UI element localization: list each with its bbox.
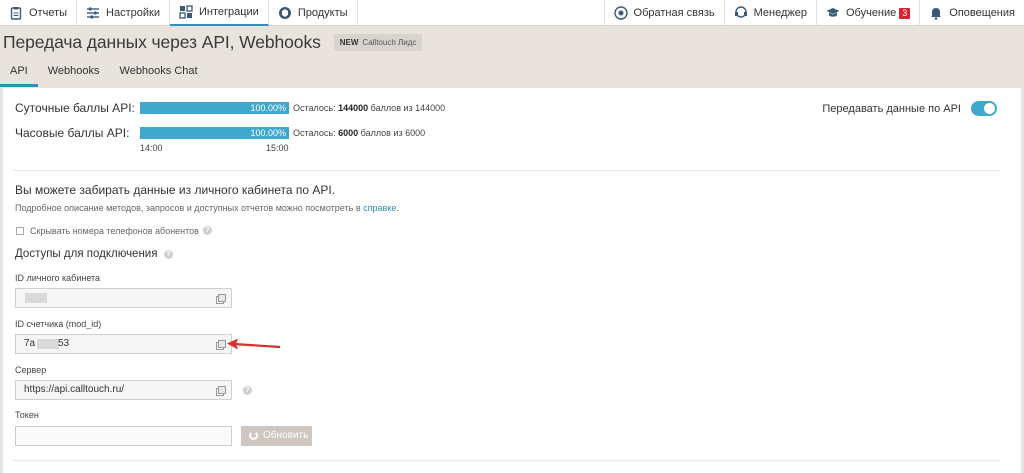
hour-end-time: 15:00 <box>266 143 289 153</box>
nav-learning[interactable]: Обучение 3 <box>815 0 919 26</box>
masked-value <box>37 339 59 349</box>
nav-feedback[interactable]: Обратная связь <box>603 0 724 26</box>
nav-products-label: Продукты <box>297 7 348 19</box>
help-icon[interactable]: ? <box>243 386 252 395</box>
token-label: Токен <box>15 410 39 420</box>
refresh-icon <box>249 431 258 440</box>
section-divider <box>13 170 1001 171</box>
nav-alerts[interactable]: Оповещения <box>919 0 1024 26</box>
help-link[interactable]: справке <box>363 203 396 213</box>
products-icon <box>278 6 292 20</box>
nav-settings-label: Настройки <box>106 7 160 19</box>
red-arrow-annotation <box>227 338 281 350</box>
server-field[interactable]: https://api.calltouch.ru/ <box>15 380 232 400</box>
api-toggle-label: Передавать данные по API <box>822 103 961 115</box>
page-title: Передача данных через API, Webhooks <box>3 31 321 52</box>
tab-api[interactable]: API <box>0 63 38 87</box>
nav-manager-label: Менеджер <box>753 7 807 19</box>
clipboard-icon <box>9 6 23 20</box>
sliders-icon <box>86 6 100 20</box>
daily-quota-bar: 100.00% <box>140 102 289 114</box>
hourly-quota-percent: 100.00% <box>250 128 286 138</box>
section-divider <box>13 460 1001 461</box>
new-label: NEW <box>339 37 359 47</box>
api-info-heading: Вы можете забирать данные из личного каб… <box>15 183 336 197</box>
copy-icon[interactable] <box>216 386 226 396</box>
nav-learning-label: Обучение <box>845 7 897 19</box>
api-panel: Суточные баллы API: 100.00% Осталось: 14… <box>3 88 1021 473</box>
nav-manager[interactable]: Менеджер <box>723 0 816 26</box>
cabinet-id-field[interactable] <box>15 288 232 308</box>
hourly-quota-remaining: Осталось: 6000 баллов из 6000 <box>293 128 426 138</box>
headset-icon <box>734 6 748 20</box>
secondary-nav: Обратная связь Менеджер Обучение 3 Опове… <box>603 0 1024 26</box>
counter-id-start: 7a <box>24 338 36 349</box>
help-icon[interactable]: ? <box>164 250 173 259</box>
counter-id-field[interactable]: 7a 53 <box>15 334 232 354</box>
nav-feedback-label: Обратная связь <box>633 7 715 19</box>
server-label: Сервер <box>15 365 47 375</box>
hourly-quota-label: Часовые баллы API: <box>15 126 130 140</box>
nav-settings[interactable]: Настройки <box>77 0 170 26</box>
refresh-label: Обновить <box>263 430 309 441</box>
access-heading: Доступы для подключения <box>15 248 158 260</box>
daily-quota-percent: 100.00% <box>250 103 286 113</box>
integrations-icon <box>179 5 193 19</box>
tab-bar: API Webhooks Webhooks Chat <box>0 63 208 87</box>
token-field[interactable] <box>15 426 232 446</box>
counter-id-label: ID счетчика (mod_id) <box>15 319 102 329</box>
bell-icon <box>929 6 943 20</box>
tab-webhooks[interactable]: Webhooks <box>38 63 110 87</box>
masked-value <box>25 293 47 303</box>
nav-reports[interactable]: Отчеты <box>0 0 78 26</box>
page-header: Передача данных через API, Webhooks NEW C… <box>3 31 423 53</box>
hour-start-time: 14:00 <box>140 143 163 153</box>
nav-products[interactable]: Продукты <box>269 0 358 26</box>
learning-count-badge: 3 <box>899 7 911 19</box>
counter-id-end: 53 <box>58 338 70 349</box>
hide-phones-checkbox[interactable] <box>16 227 24 235</box>
daily-quota-remaining: Осталось: 144000 баллов из 144000 <box>293 103 446 113</box>
refresh-token-button[interactable]: Обновить <box>241 426 312 446</box>
main-nav: Отчеты Настройки Интеграции Продукты <box>0 0 358 26</box>
graduation-cap-icon <box>826 6 840 20</box>
new-product-badge[interactable]: NEW Calltouch Лидс <box>333 33 423 51</box>
tab-webhooks-chat[interactable]: Webhooks Chat <box>110 63 208 87</box>
nav-integrations-label: Интеграции <box>198 6 259 18</box>
nav-integrations[interactable]: Интеграции <box>169 0 269 26</box>
api-transfer-toggle[interactable] <box>971 101 997 116</box>
server-value: https://api.calltouch.ru/ <box>24 384 125 395</box>
hide-phones-label: Скрывать номера телефонов абонентов <box>30 226 199 236</box>
top-nav: Отчеты Настройки Интеграции Продукты Обр… <box>0 0 1024 26</box>
nav-alerts-label: Оповещения <box>949 7 1015 19</box>
help-icon[interactable]: ? <box>203 226 212 235</box>
nav-reports-label: Отчеты <box>29 7 68 19</box>
daily-quota-label: Суточные баллы API: <box>15 101 135 115</box>
cabinet-id-label: ID личного кабинета <box>15 273 101 283</box>
copy-icon[interactable] <box>216 294 226 304</box>
feedback-icon <box>613 6 628 20</box>
api-info-description: Подробное описание методов, запросов и д… <box>15 203 399 213</box>
new-badge-text: Calltouch Лидс <box>362 37 417 47</box>
hourly-quota-bar: 100.00% <box>140 127 289 139</box>
